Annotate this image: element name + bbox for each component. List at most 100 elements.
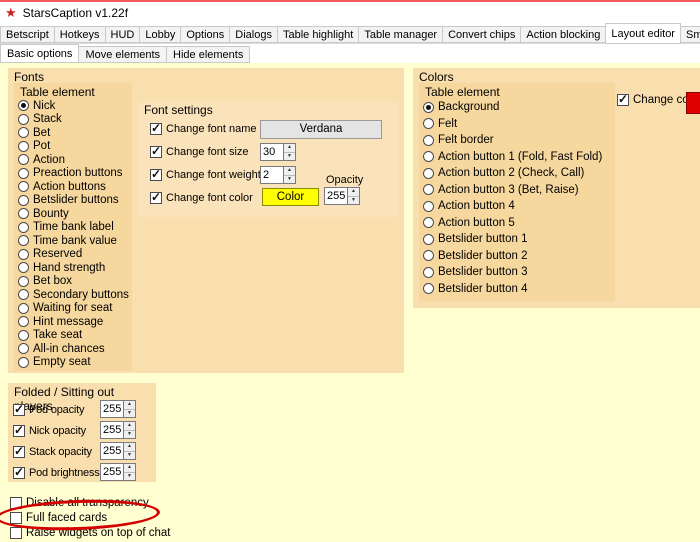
radio-icon[interactable] [18,356,29,368]
radio-icon[interactable] [18,262,29,274]
spin-up-button[interactable]: ▲ [284,167,295,176]
spin-up-button[interactable]: ▲ [124,401,135,410]
radio-icon[interactable] [423,217,434,229]
disable-all-transparency-checkbox[interactable] [10,496,22,509]
radio-option-preaction-buttons[interactable]: Preaction buttons [14,167,132,181]
radio-option-bet[interactable]: Bet [14,126,132,140]
radio-icon[interactable] [423,134,434,146]
radio-option-hint-message[interactable]: Hint message [14,315,132,329]
font-name-dropdown[interactable]: Verdana [260,120,382,139]
radio-option-action-button-4[interactable]: Action button 4 [419,198,615,215]
spin-up-button[interactable]: ▲ [284,144,295,153]
radio-icon[interactable] [18,235,29,247]
tab-convert-chips[interactable]: Convert chips [442,26,522,43]
radio-option-action[interactable]: Action [14,153,132,167]
spin-down-button[interactable]: ▼ [284,152,295,160]
radio-icon[interactable] [423,167,434,179]
radio-option-action-buttons[interactable]: Action buttons [14,180,132,194]
radio-option-nick[interactable]: Nick [14,99,132,113]
spin-down-button[interactable]: ▼ [124,451,135,459]
radio-icon[interactable] [18,167,29,179]
pod-brightness-checkbox[interactable] [13,466,25,479]
radio-option-take-seat[interactable]: Take seat [14,329,132,343]
radio-option-background[interactable]: Background [419,99,615,116]
radio-option-empty-seat[interactable]: Empty seat [14,356,132,370]
spinner-value[interactable]: 30 [261,144,283,160]
radio-option-time-bank-label[interactable]: Time bank label [14,221,132,235]
radio-icon[interactable] [18,302,29,314]
nick-opacity-checkbox[interactable] [13,424,25,437]
stack-opacity-checkbox[interactable] [13,445,25,458]
tab-table-manager[interactable]: Table manager [358,26,444,43]
radio-icon[interactable] [423,101,434,113]
tab-table-highlight[interactable]: Table highlight [276,26,360,43]
radio-icon[interactable] [18,221,29,233]
subtab-basic-options[interactable]: Basic options [0,44,80,63]
font-color-button[interactable]: Color [262,188,319,206]
radio-icon[interactable] [18,248,29,260]
radio-icon[interactable] [18,154,29,166]
radio-option-action-button-5[interactable]: Action button 5 [419,215,615,232]
tab-hotkeys[interactable]: Hotkeys [53,26,106,43]
radio-icon[interactable] [18,289,29,301]
tab-options[interactable]: Options [180,26,231,43]
full-faced-cards-checkbox[interactable] [10,511,22,524]
spin-up-button[interactable]: ▲ [124,464,135,473]
radio-option-stack[interactable]: Stack [14,113,132,127]
radio-icon[interactable] [423,266,434,278]
radio-icon[interactable] [18,181,29,193]
radio-icon[interactable] [18,275,29,287]
pod-opacity-checkbox[interactable] [13,403,25,416]
radio-icon[interactable] [18,100,29,112]
spin-down-button[interactable]: ▼ [284,175,295,183]
nick-opacity-spinner[interactable]: 255 ▲ ▼ [100,421,136,439]
opacity-spinner[interactable]: 255 ▲ ▼ [324,187,360,205]
radio-option-bounty[interactable]: Bounty [14,207,132,221]
radio-icon[interactable] [18,316,29,328]
radio-icon[interactable] [18,113,29,125]
spinner-value[interactable]: 2 [261,167,283,183]
tab-layout-editor[interactable]: Layout editor [605,23,681,44]
radio-option-pot[interactable]: Pot [14,140,132,154]
radio-option-time-bank-value[interactable]: Time bank value [14,234,132,248]
radio-option-action-button-2-check-call[interactable]: Action button 2 (Check, Call) [419,165,615,182]
spinner-value[interactable]: 255 [325,188,347,204]
subtab-hide-elements[interactable]: Hide elements [166,46,251,63]
spin-up-button[interactable]: ▲ [348,188,359,197]
radio-option-betslider-buttons[interactable]: Betslider buttons [14,194,132,208]
spin-up-button[interactable]: ▲ [124,422,135,431]
radio-option-felt-border[interactable]: Felt border [419,132,615,149]
spinner-value[interactable]: 255 [101,422,123,438]
radio-icon[interactable] [423,233,434,245]
radio-option-betslider-button-4[interactable]: Betslider button 4 [419,281,615,298]
subtab-move-elements[interactable]: Move elements [78,46,168,63]
tab-hud[interactable]: HUD [104,26,141,43]
radio-icon[interactable] [18,329,29,341]
radio-icon[interactable] [423,151,434,163]
spinner-value[interactable]: 255 [101,443,123,459]
change-font-name-checkbox[interactable] [150,122,162,135]
radio-icon[interactable] [18,194,29,206]
checkbox-row-raise-widgets-on-top-of-chat[interactable]: Raise widgets on top of chat [10,525,170,540]
radio-icon[interactable] [18,127,29,139]
change-color-checkbox[interactable] [617,93,629,106]
spin-up-button[interactable]: ▲ [124,443,135,452]
spin-down-button[interactable]: ▼ [124,472,135,480]
radio-option-all-in-chances[interactable]: All-in chances [14,342,132,356]
radio-icon[interactable] [18,140,29,152]
radio-icon[interactable] [18,208,29,220]
spinner-value[interactable]: 255 [101,464,123,480]
change-color-swatch-button[interactable] [686,92,700,114]
radio-option-secondary-buttons[interactable]: Secondary buttons [14,288,132,302]
radio-option-betslider-button-2[interactable]: Betslider button 2 [419,248,615,265]
tab-lobby[interactable]: Lobby [139,26,182,43]
radio-option-hand-strength[interactable]: Hand strength [14,261,132,275]
radio-option-reserved[interactable]: Reserved [14,248,132,262]
font-weight-spinner[interactable]: 2 ▲ ▼ [260,166,296,184]
radio-option-waiting-for-seat[interactable]: Waiting for seat [14,302,132,316]
stack-opacity-spinner[interactable]: 255 ▲ ▼ [100,442,136,460]
radio-icon[interactable] [423,200,434,212]
tab-betscript[interactable]: Betscript [0,26,55,43]
spinner-value[interactable]: 255 [101,401,123,417]
pod-opacity-spinner[interactable]: 255 ▲ ▼ [100,400,136,418]
